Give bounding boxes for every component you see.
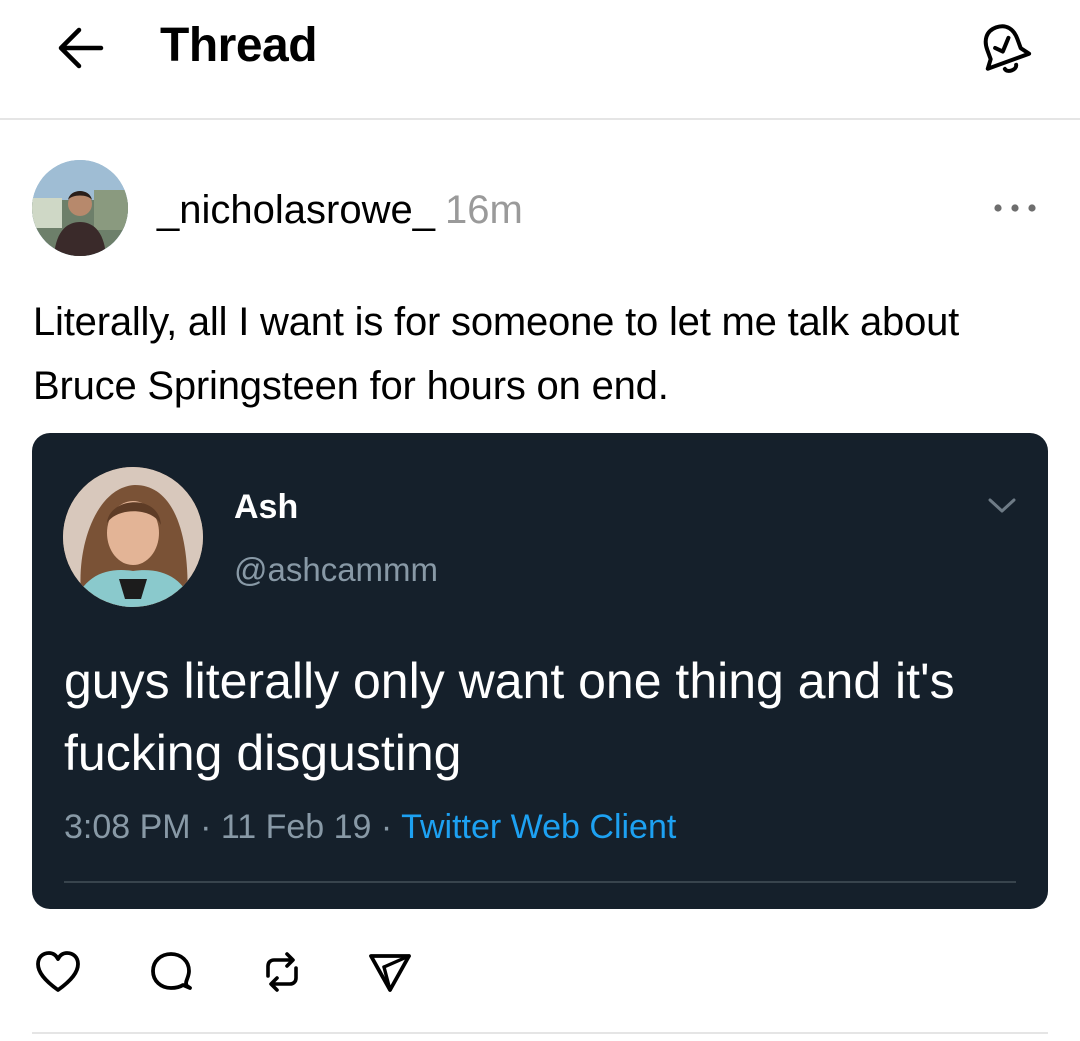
header-bar: Thread bbox=[0, 0, 1080, 120]
avatar-photo bbox=[32, 160, 128, 256]
notifications-button[interactable] bbox=[966, 14, 1042, 84]
embedded-tweet-meta: 3:08 PM · 11 Feb 19 · Twitter Web Client bbox=[64, 805, 676, 849]
bell-check-icon bbox=[983, 24, 1032, 73]
embedded-author-handle: @ashcammm bbox=[234, 551, 439, 588]
embedded-avatar bbox=[63, 467, 203, 607]
embedded-avatar-photo bbox=[63, 467, 203, 607]
like-button[interactable] bbox=[30, 944, 86, 1000]
post-time: 16m bbox=[444, 188, 523, 232]
embedded-author-name: Ash bbox=[234, 488, 299, 526]
action-bar bbox=[30, 944, 450, 1004]
username-text: _nicholasrowe_ bbox=[157, 188, 435, 232]
repost-icon bbox=[266, 952, 298, 992]
divider bbox=[32, 1032, 1048, 1034]
meta-separator: · bbox=[380, 808, 393, 846]
more-options-button[interactable] bbox=[980, 190, 1050, 226]
embedded-date: 11 Feb 19 bbox=[220, 808, 372, 846]
share-button[interactable] bbox=[362, 944, 418, 1000]
embedded-time: 3:08 PM bbox=[64, 808, 191, 846]
embedded-tweet-image[interactable]: Ash @ashcammm guys literally only want o… bbox=[32, 433, 1048, 909]
embedded-source: Twitter Web Client bbox=[401, 808, 677, 846]
reply-button[interactable] bbox=[143, 944, 199, 1000]
meta-separator: · bbox=[200, 808, 212, 846]
post-text: Literally, all I want is for someone to … bbox=[33, 300, 960, 408]
embedded-tweet-text: guys literally only want one thing and i… bbox=[64, 653, 955, 781]
chevron-down-icon bbox=[982, 491, 1022, 521]
more-horizontal-icon bbox=[994, 204, 1036, 212]
divider bbox=[64, 881, 1016, 883]
page-title: Thread bbox=[160, 19, 318, 72]
send-icon bbox=[369, 954, 411, 992]
repost-button[interactable] bbox=[254, 944, 310, 1000]
post-author[interactable]: _nicholasrowe_ 16m bbox=[157, 186, 523, 234]
back-button[interactable] bbox=[50, 20, 110, 76]
comment-icon bbox=[151, 952, 192, 990]
user-avatar[interactable] bbox=[32, 160, 128, 256]
heart-icon bbox=[36, 951, 80, 992]
arrow-left-icon bbox=[58, 27, 104, 69]
